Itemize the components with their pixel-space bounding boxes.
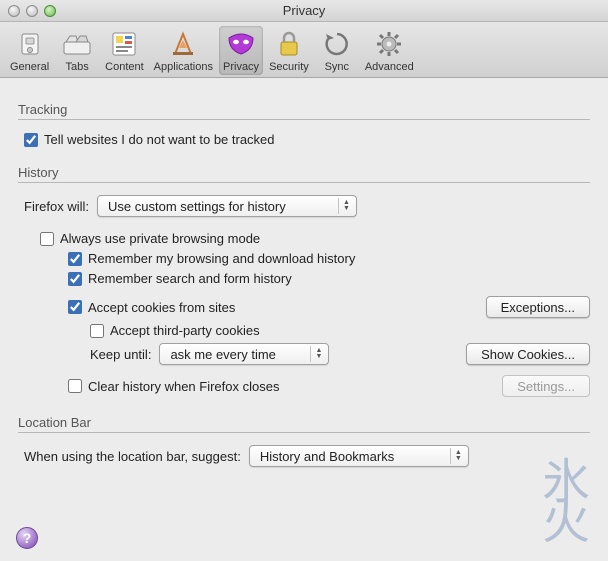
clear-on-close-label: Clear history when Firefox closes [88, 379, 279, 394]
exceptions-button[interactable]: Exceptions... [486, 296, 590, 318]
tab-content[interactable]: Content [101, 26, 148, 75]
settings-button: Settings... [502, 375, 590, 397]
gear-icon [373, 28, 405, 60]
private-browsing-label: Always use private browsing mode [60, 231, 260, 246]
tab-privacy[interactable]: Privacy [219, 26, 263, 75]
divider [18, 182, 590, 183]
third-party-cookies-checkbox[interactable] [90, 324, 104, 338]
tab-tabs-label: Tabs [66, 61, 89, 73]
history-section-title: History [18, 165, 590, 180]
prefs-content: Tracking Tell websites I do not want to … [0, 78, 608, 480]
suggest-select[interactable]: History and Bookmarks ▲▼ [249, 445, 469, 467]
tab-advanced-label: Advanced [365, 61, 414, 73]
sync-icon [321, 28, 353, 60]
divider [18, 119, 590, 120]
updown-icon: ▲▼ [450, 448, 464, 464]
tabs-icon [61, 28, 93, 60]
third-party-cookies-label: Accept third-party cookies [110, 323, 260, 338]
keep-until-select[interactable]: ask me every time ▲▼ [159, 343, 329, 365]
private-browsing-checkbox[interactable] [40, 232, 54, 246]
show-cookies-button[interactable]: Show Cookies... [466, 343, 590, 365]
applications-icon [167, 28, 199, 60]
titlebar: Privacy [0, 0, 608, 22]
remember-search-label: Remember search and form history [88, 271, 292, 286]
tracking-section-title: Tracking [18, 102, 590, 117]
tab-general[interactable]: General [6, 26, 53, 75]
content-icon [108, 28, 140, 60]
dnt-checkbox[interactable] [24, 133, 38, 147]
remember-browsing-checkbox[interactable] [68, 252, 82, 266]
locationbar-section-title: Location Bar [18, 415, 590, 430]
help-button[interactable]: ? [16, 527, 38, 549]
tab-applications-label: Applications [154, 61, 213, 73]
divider [18, 432, 590, 433]
tab-tabs[interactable]: Tabs [55, 26, 99, 75]
remember-browsing-label: Remember my browsing and download histor… [88, 251, 355, 266]
clear-on-close-checkbox[interactable] [68, 379, 82, 393]
keep-until-label: Keep until: [90, 347, 151, 362]
mask-icon [225, 28, 257, 60]
updown-icon: ▲▼ [338, 198, 352, 214]
firefox-will-label: Firefox will: [24, 199, 89, 214]
tab-sync[interactable]: Sync [315, 26, 359, 75]
remember-search-checkbox[interactable] [68, 272, 82, 286]
suggest-label: When using the location bar, suggest: [24, 449, 241, 464]
tab-content-label: Content [105, 61, 144, 73]
firefox-will-value: Use custom settings for history [108, 199, 286, 214]
switch-icon [14, 28, 46, 60]
keep-until-value: ask me every time [170, 347, 275, 362]
tab-security[interactable]: Security [265, 26, 313, 75]
tab-applications[interactable]: Applications [150, 26, 217, 75]
tab-security-label: Security [269, 61, 309, 73]
tab-privacy-label: Privacy [223, 61, 259, 73]
lock-icon [273, 28, 305, 60]
prefs-toolbar: General Tabs Content Applications Privac… [0, 22, 608, 78]
accept-cookies-label: Accept cookies from sites [88, 300, 235, 315]
suggest-value: History and Bookmarks [260, 449, 394, 464]
tab-general-label: General [10, 61, 49, 73]
dnt-label: Tell websites I do not want to be tracke… [44, 132, 275, 147]
firefox-will-select[interactable]: Use custom settings for history ▲▼ [97, 195, 357, 217]
updown-icon: ▲▼ [310, 346, 324, 362]
tab-sync-label: Sync [325, 61, 349, 73]
window-title: Privacy [0, 3, 608, 18]
tab-advanced[interactable]: Advanced [361, 26, 418, 75]
accept-cookies-checkbox[interactable] [68, 300, 82, 314]
